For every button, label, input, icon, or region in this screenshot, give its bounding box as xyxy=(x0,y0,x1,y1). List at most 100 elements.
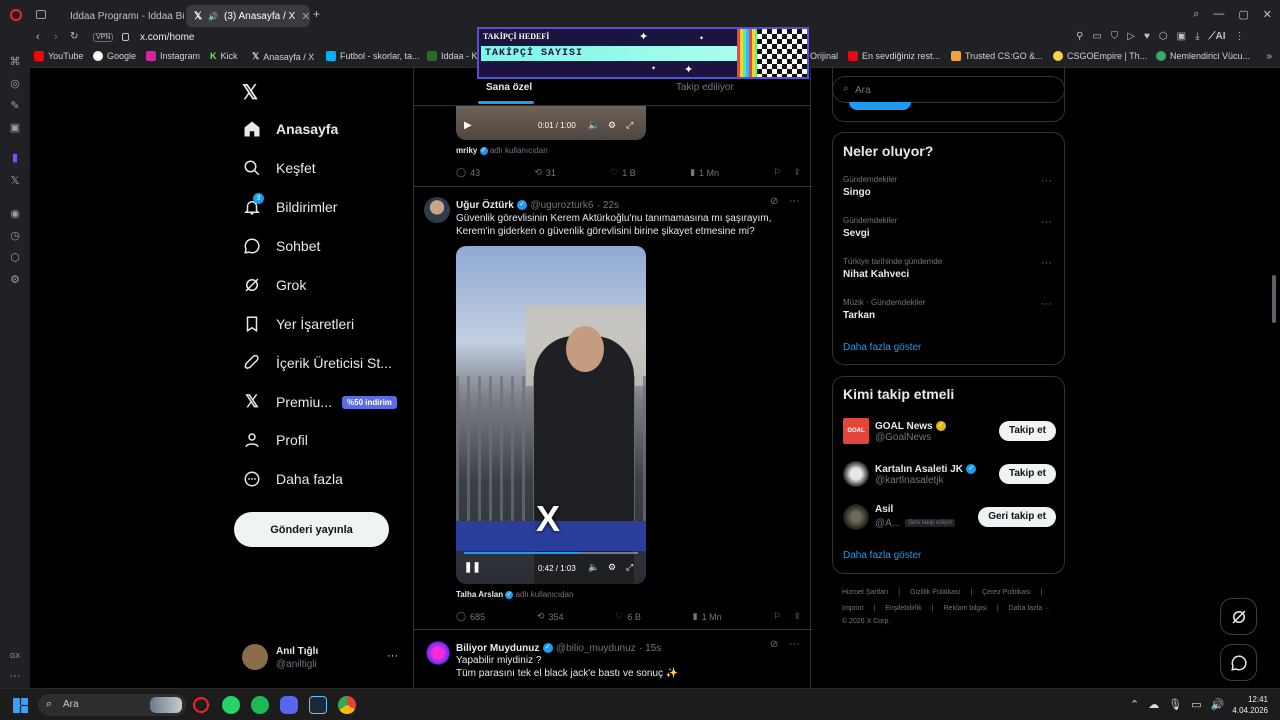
forward-icon[interactable]: › xyxy=(54,31,58,43)
footer-link[interactable]: Daha fazla ··· xyxy=(1009,605,1051,612)
search-tabs-icon[interactable]: ⌕ xyxy=(1193,8,1199,21)
sidebar-pen-icon[interactable]: ✎ xyxy=(9,100,21,112)
grok-explain-icon[interactable]: ⊘ xyxy=(770,639,778,650)
reply-button[interactable]: ◯ 685 xyxy=(456,611,485,622)
sidebar-mod-icon[interactable]: ▣ xyxy=(9,122,21,134)
bookmark-google[interactable]: Google xyxy=(93,51,136,61)
opera-logo-icon[interactable] xyxy=(10,9,22,21)
grok-explain-icon[interactable]: ⊘ xyxy=(770,196,778,207)
nav-bookmarks[interactable]: Yer İşaretleri xyxy=(242,314,354,334)
tab-menu-icon[interactable] xyxy=(36,10,46,19)
volume-icon[interactable]: 🔊 xyxy=(1211,698,1225,711)
reply-button[interactable]: ◯ 43 xyxy=(456,167,480,178)
minimize-icon[interactable]: — xyxy=(1213,8,1224,21)
heart-icon[interactable]: ♥ xyxy=(1144,31,1150,42)
tweet1-author[interactable]: mriky xyxy=(456,146,477,155)
extensions-icon[interactable]: ⬡ xyxy=(1159,31,1168,42)
fullscreen-icon[interactable]: ⤢ xyxy=(626,120,633,131)
retweet-button[interactable]: ⟲ 31 xyxy=(534,167,556,178)
share-icon[interactable]: ⇪ xyxy=(793,611,801,622)
fullscreen-icon[interactable]: ⤢ xyxy=(626,562,633,573)
maximize-icon[interactable]: ▢ xyxy=(1238,8,1248,21)
sidebar-more-icon[interactable]: ··· xyxy=(9,670,21,682)
gx-label[interactable]: GX xyxy=(8,651,22,663)
windows-start-icon[interactable] xyxy=(13,698,28,713)
footer-link[interactable]: Imprint xyxy=(842,605,863,612)
vpn-badge[interactable]: VPN xyxy=(93,33,114,42)
search-box[interactable]: ⌕ xyxy=(832,76,1065,103)
chrome-taskbar-icon[interactable] xyxy=(338,696,356,714)
premium-subscribe-button[interactable] xyxy=(849,102,911,110)
ai-button[interactable]: ⟋AI xyxy=(1209,31,1226,42)
bookmarks-overflow-icon[interactable]: » xyxy=(1266,51,1272,62)
tweet2-handle[interactable]: @ugurozturk6 xyxy=(530,200,593,211)
wallet-icon[interactable]: ▣ xyxy=(1177,31,1186,42)
tweet2-time[interactable]: · 22s xyxy=(597,200,619,211)
sidebar-player-icon[interactable]: ◎ xyxy=(9,78,21,90)
sidebar-x-icon[interactable]: 𝕏 xyxy=(9,175,21,187)
footer-link[interactable]: Erişilebilirlik xyxy=(885,605,922,612)
tweet-3[interactable]: Biliyor Muydunuz ✓ @bilio_muydunuz · 15s… xyxy=(414,631,812,688)
tab-for-you[interactable]: Sana özel xyxy=(478,82,534,104)
trend-more-icon[interactable]: ··· xyxy=(1041,175,1052,187)
who-show-more[interactable]: Daha fazla göster xyxy=(843,550,921,561)
follow-back-button[interactable]: Geri takip et xyxy=(978,507,1056,527)
tweet2-video[interactable]: X ❚❚ 0:42 / 1:03 🔈 ⚙ ⤢ xyxy=(456,246,646,584)
tweet-1[interactable]: ▶ 0:01 / 1:00 🔈 ⚙ ⤢ mriky ✓ adlı kullanı… xyxy=(414,106,812,187)
post-button[interactable]: Gönderi yayınla xyxy=(234,512,389,547)
back-icon[interactable]: ‹ xyxy=(36,31,40,43)
url-field[interactable]: x.com/home xyxy=(140,32,194,43)
footer-link[interactable]: Çerez Politikası xyxy=(982,589,1031,596)
nav-creator-studio[interactable]: İçerik Üreticisi St... xyxy=(242,353,392,373)
download-icon[interactable]: ⤓ xyxy=(1195,31,1199,42)
discord-taskbar-icon[interactable] xyxy=(280,696,298,714)
messages-float-button[interactable] xyxy=(1220,644,1257,681)
bookmark-orijinal[interactable]: Orijinal xyxy=(810,51,838,61)
snapshot-icon[interactable]: ▭ xyxy=(1092,31,1101,42)
mic-icon[interactable]: 🎙 xyxy=(1168,698,1182,711)
footer-link[interactable]: Reklam bilgisi xyxy=(944,605,987,612)
trends-show-more[interactable]: Daha fazla göster xyxy=(843,342,921,353)
bookmark-csgoempire[interactable]: CSGOEmpire | Th... xyxy=(1053,51,1147,61)
bookmark-instagram[interactable]: Instagram xyxy=(146,51,200,61)
nav-home[interactable]: Anasayfa xyxy=(242,119,338,139)
tweet3-time[interactable]: · 15s xyxy=(639,643,661,654)
tab-x-home[interactable]: 𝕏 🔊 (3) Anasayfa / X ✕ xyxy=(186,5,310,27)
shield-icon[interactable]: ⛉ xyxy=(1111,31,1119,42)
new-tab-button[interactable]: + xyxy=(313,7,320,21)
play-icon[interactable]: ▷ xyxy=(1127,31,1135,42)
pause-icon[interactable]: ❚❚ xyxy=(464,562,481,573)
sidebar-settings-icon[interactable]: ⚙ xyxy=(9,274,21,286)
pin-icon[interactable]: ⚲ xyxy=(1076,31,1083,42)
settings-icon[interactable]: ⚙ xyxy=(608,562,616,573)
trend-item[interactable]: Gündemdekiler Singo xyxy=(843,175,897,198)
trend-more-icon[interactable]: ··· xyxy=(1041,298,1052,310)
views-button[interactable]: ▮ 1 Mn xyxy=(693,611,722,622)
tab-following[interactable]: Takip ediliyor xyxy=(676,82,734,93)
nav-explore[interactable]: Keşfet xyxy=(242,158,316,178)
nav-premium[interactable]: 𝕏 Premiu... %50 indirim xyxy=(242,392,397,412)
tweet3-handle[interactable]: @bilio_muydunuz xyxy=(556,643,636,654)
speaker-icon[interactable]: 🔊 xyxy=(208,12,218,21)
tweet3-avatar[interactable] xyxy=(426,641,450,665)
trend-more-icon[interactable]: ··· xyxy=(1041,257,1052,269)
tweet2-name[interactable]: Uğur Öztürk xyxy=(456,200,514,211)
bookmark-x[interactable]: 𝕏 Anasayfa / X xyxy=(252,51,314,62)
volume-icon[interactable]: 🔈 xyxy=(588,562,599,573)
nav-profile[interactable]: Profil xyxy=(242,430,308,450)
tweet-2[interactable]: Uğur Öztürk ✓ @ugurozturk6 · 22s ⊘ ··· G… xyxy=(414,187,812,630)
follow-button[interactable]: Takip et xyxy=(998,464,1056,484)
page-scrollbar[interactable] xyxy=(1272,275,1276,323)
footer-link[interactable]: Hizmet Şartları xyxy=(842,589,888,596)
account-more-icon[interactable]: ··· xyxy=(387,650,398,662)
tweet-more-icon[interactable]: ··· xyxy=(789,638,800,650)
account-switcher[interactable]: Anıl Tığlı @aniltigli ··· xyxy=(242,644,402,674)
grok-float-button[interactable] xyxy=(1220,598,1257,635)
bookmark-kick[interactable]: K Kick xyxy=(210,51,238,61)
tweet1-video[interactable]: ▶ 0:01 / 1:00 🔈 ⚙ ⤢ xyxy=(456,106,646,140)
trend-item[interactable]: Gündemdekiler Sevgi xyxy=(843,216,897,239)
retweet-button[interactable]: ⟲ 354 xyxy=(537,611,564,622)
bookmark-youtube[interactable]: YouTube xyxy=(34,51,83,61)
tray-overflow-icon[interactable]: ⌃ xyxy=(1130,698,1139,711)
tab-close-icon[interactable]: ✕ xyxy=(301,10,310,23)
